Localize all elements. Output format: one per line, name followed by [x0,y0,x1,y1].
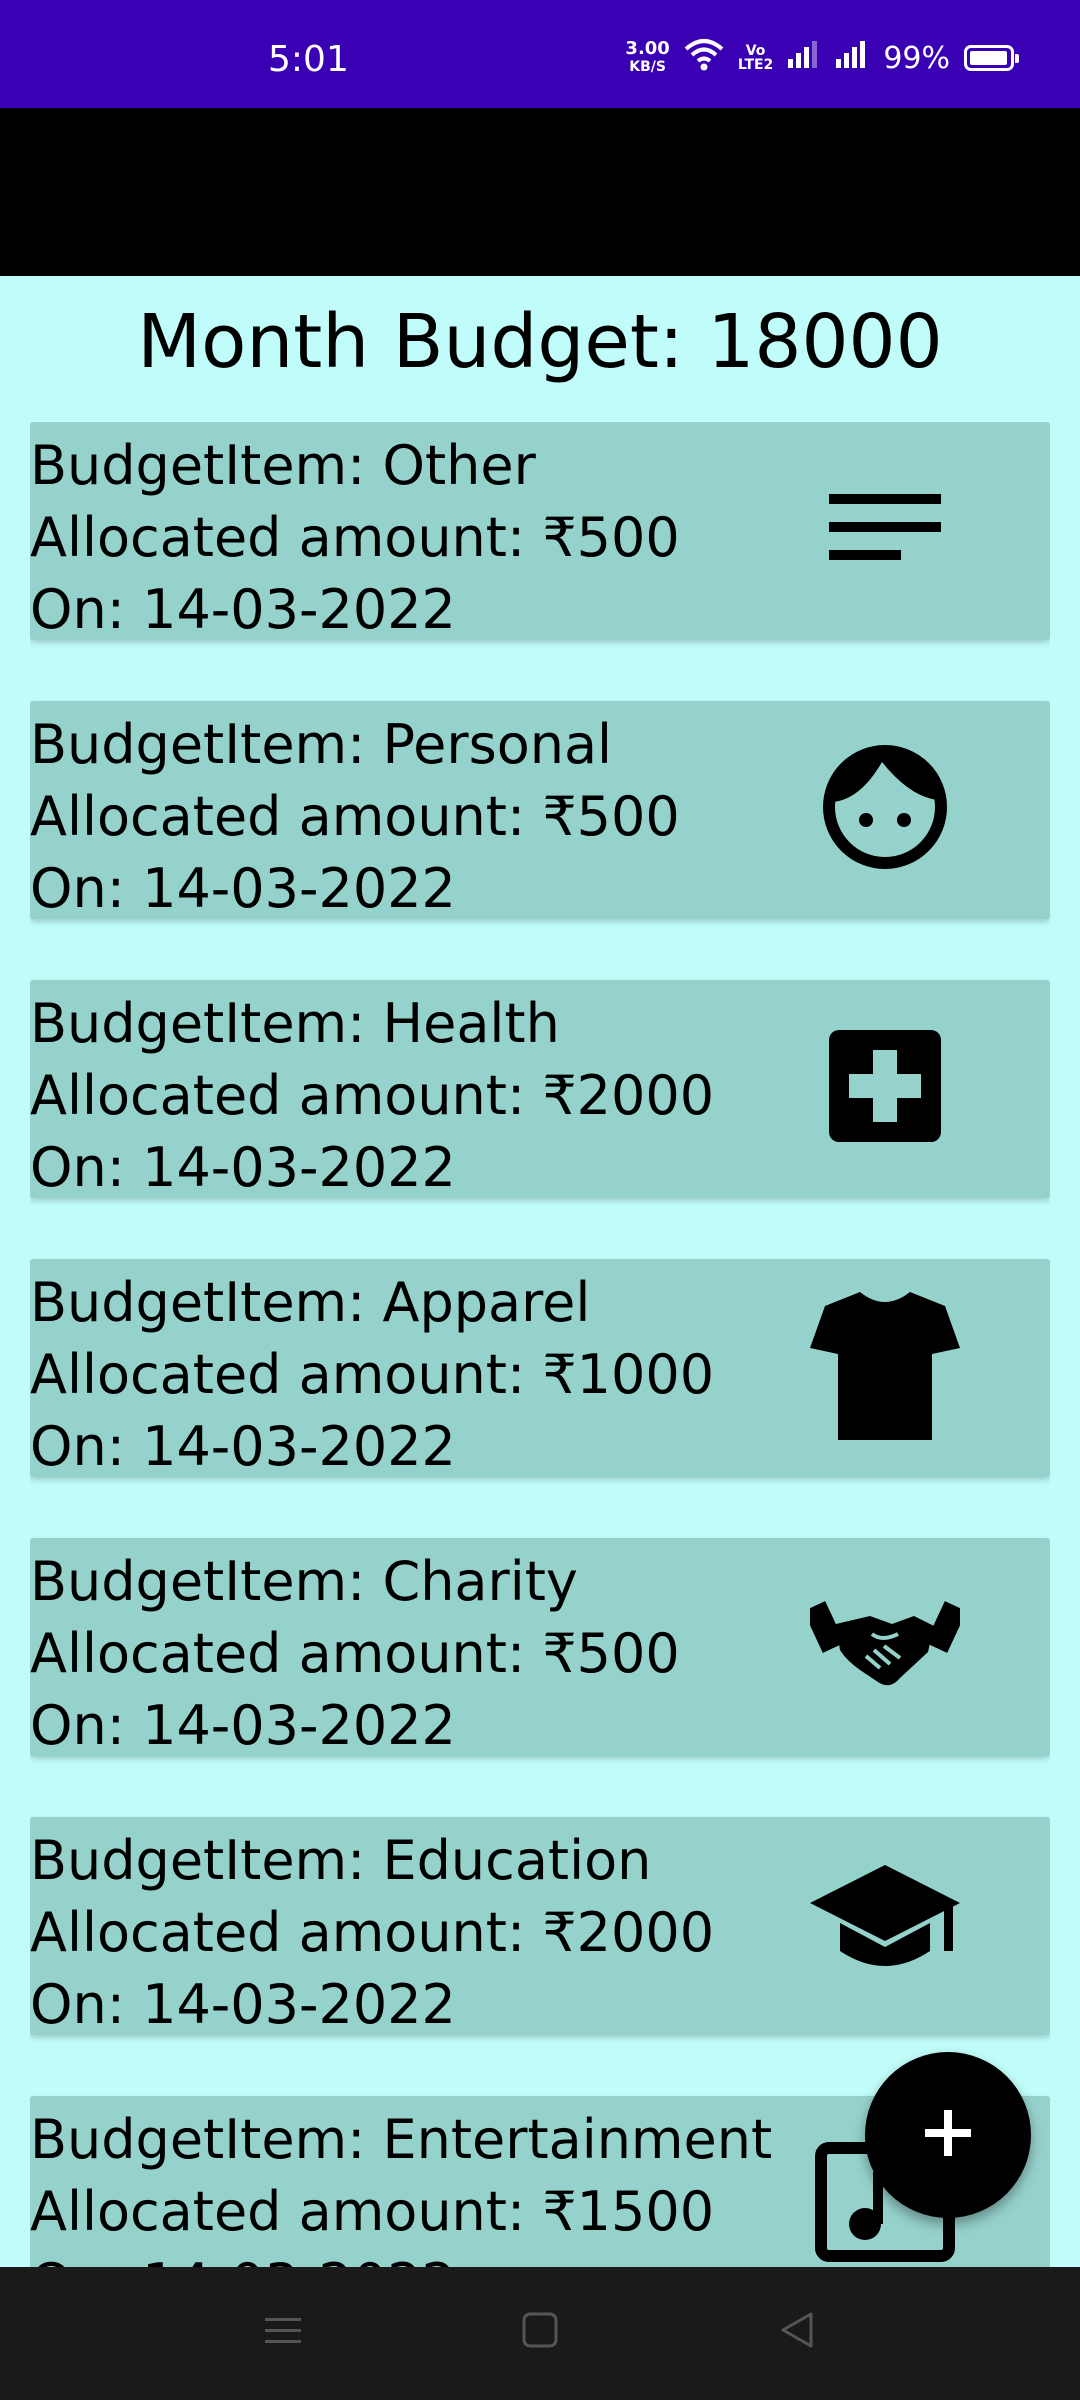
status-time: 5:01 [268,39,349,80]
budget-item-amount: Allocated amount: ₹500 [30,785,680,848]
battery-percent: 99% [883,40,950,76]
budget-item-name: BudgetItem: Other [30,434,536,497]
budget-item-name: BudgetItem: Apparel [30,1271,591,1334]
home-square-icon [520,2310,560,2354]
system-nav-bar [0,2267,1080,2400]
page-title: Month Budget: 18000 [137,299,943,385]
budget-item-name: BudgetItem: Entertainment [30,2108,773,2171]
budget-item-card[interactable]: BudgetItem: Charity Allocated amount: ₹5… [30,1538,1050,1757]
budget-item-date: On: 14-03-2022 [30,1415,456,1478]
status-icons: 3.00 KB/S Vo LTE2 99% [625,36,1019,80]
budget-item-name: BudgetItem: Personal [30,713,613,776]
volte-indicator: Vo LTE2 [737,43,774,73]
budget-item-name: BudgetItem: Health [30,992,560,1055]
budget-item-amount: Allocated amount: ₹500 [30,506,680,569]
budget-item-name: BudgetItem: Education [30,1829,652,1892]
budget-item-card[interactable]: BudgetItem: Apparel Allocated amount: ₹1… [30,1259,1050,1478]
face-icon [805,727,965,887]
budget-item-card[interactable]: BudgetItem: Health Allocated amount: ₹20… [30,980,1050,1199]
budget-item-name: BudgetItem: Charity [30,1550,578,1613]
toolbar [0,108,1080,276]
status-bar: 5:01 3.00 KB/S Vo LTE2 99% [0,0,1080,108]
back-triangle-icon [777,2310,817,2354]
budget-item-date: On: 14-03-2022 [30,1973,456,2036]
handshake-icon [805,1564,965,1724]
budget-item-date: On: 14-03-2022 [30,1694,456,1757]
budget-item-amount: Allocated amount: ₹2000 [30,1064,715,1127]
back-button[interactable] [762,2297,832,2367]
tshirt-icon [805,1285,965,1445]
signal-icon-sim1 [787,39,821,77]
graduation-cap-icon [805,1843,965,2003]
budget-item-date: On: 14-03-2022 [30,857,456,920]
budget-item-date: On: 14-03-2022 [30,578,456,641]
network-speed: 3.00 KB/S [625,38,670,76]
budget-item-card[interactable]: BudgetItem: Other Allocated amount: ₹500… [30,422,1050,641]
budget-item-date: On: 14-03-2022 [30,2248,772,2267]
add-budget-item-button[interactable] [865,2052,1031,2218]
budget-list[interactable]: BudgetItem: Other Allocated amount: ₹500… [30,422,1050,2267]
budget-item-card[interactable]: BudgetItem: Personal Allocated amount: ₹… [30,701,1050,920]
signal-icon-sim2 [835,39,869,77]
battery-icon [964,45,1019,71]
medical-cross-icon [805,1006,965,1166]
budget-item-amount: Allocated amount: ₹1000 [30,1343,715,1406]
budget-item-card[interactable]: BudgetItem: Education Allocated amount: … [30,1817,1050,2036]
home-button[interactable] [505,2297,575,2367]
menu-icon [263,2310,303,2354]
budget-item-amount: Allocated amount: ₹500 [30,1622,680,1685]
wifi-icon [684,37,724,79]
recents-button[interactable] [248,2297,318,2367]
budget-item-amount: Allocated amount: ₹2000 [30,1901,715,1964]
budget-item-date: On: 14-03-2022 [30,1136,456,1199]
plus-icon [923,2108,973,2162]
budget-item-amount: Allocated amount: ₹1500 [30,2180,715,2243]
notes-icon [805,448,965,608]
